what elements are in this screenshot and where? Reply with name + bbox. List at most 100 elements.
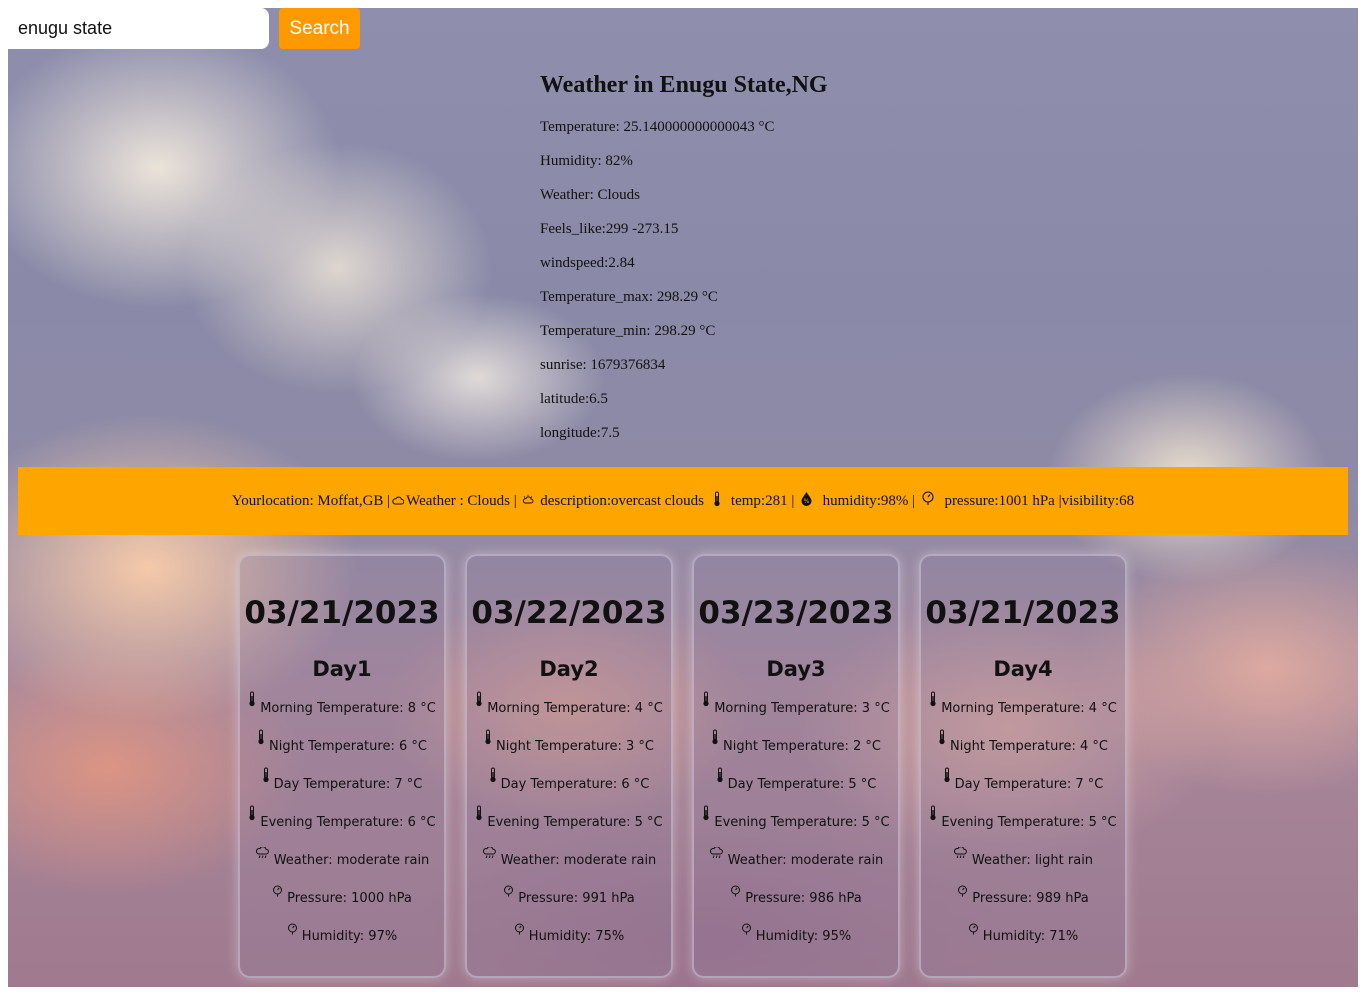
forecast-card-day1: 03/21/2023 Day1 Morning Temperature: 8 °C N… bbox=[238, 554, 446, 978]
thermometer-icon bbox=[475, 690, 487, 728]
rain-cloud-icon bbox=[709, 842, 728, 880]
day-temperature-text: Day Temperature: 6 °C bbox=[500, 777, 650, 792]
forecast-date: 03/21/2023 bbox=[925, 595, 1121, 631]
current-feels-like: Feels_like:299 -273.15 bbox=[540, 221, 679, 237]
current-temp-max: Temperature_max: 298.29 °C bbox=[540, 289, 718, 305]
forecast-weather-text: Weather: moderate rain bbox=[273, 853, 430, 868]
thermometer-icon bbox=[943, 766, 955, 804]
rain-cloud-icon bbox=[482, 842, 501, 880]
day-temperature: Day Temperature: 5 °C bbox=[694, 766, 898, 804]
banner-humidity: humidity:98% | bbox=[822, 492, 916, 509]
thermometer-icon bbox=[711, 728, 723, 766]
pressure-icon bbox=[503, 880, 518, 918]
morning-temperature: Morning Temperature: 4 °C bbox=[467, 690, 671, 728]
evening-temperature-text: Evening Temperature: 5 °C bbox=[714, 815, 890, 830]
humidity-icon bbox=[514, 918, 529, 956]
thermometer-icon bbox=[475, 804, 487, 842]
morning-temperature-text: Morning Temperature: 4 °C bbox=[487, 701, 663, 716]
current-latitude: latitude:6.5 bbox=[540, 391, 608, 407]
search-input[interactable] bbox=[8, 8, 269, 49]
forecast-humidity: Humidity: 71% bbox=[921, 918, 1125, 956]
thermometer-icon bbox=[716, 766, 728, 804]
forecast-pressure-text: Pressure: 986 hPa bbox=[745, 891, 862, 906]
forecast-weather: Weather: moderate rain bbox=[467, 842, 671, 880]
morning-temperature-text: Morning Temperature: 3 °C bbox=[714, 701, 890, 716]
night-temperature: Night Temperature: 2 °C bbox=[694, 728, 898, 766]
humidity-icon bbox=[741, 918, 756, 956]
current-weather: Weather: Clouds bbox=[540, 187, 641, 203]
forecast-date: 03/22/2023 bbox=[471, 595, 667, 631]
forecast-day-label: Day3 bbox=[766, 657, 826, 681]
cloud-sun-icon bbox=[522, 493, 534, 510]
current-longitude: longitude:7.5 bbox=[540, 425, 620, 441]
evening-temperature-text: Evening Temperature: 6 °C bbox=[260, 815, 436, 830]
thermometer-icon bbox=[702, 804, 714, 842]
forecast-day-label: Day1 bbox=[312, 657, 372, 681]
morning-temperature: Morning Temperature: 4 °C bbox=[921, 690, 1125, 728]
current-temperature: Temperature: 25.140000000000043 °C bbox=[540, 119, 775, 135]
day-temperature: Day Temperature: 7 °C bbox=[921, 766, 1125, 804]
location-banner: Yourlocation: Moffat,GB | Weather : Clou… bbox=[18, 467, 1348, 535]
day-temperature: Day Temperature: 6 °C bbox=[467, 766, 671, 804]
forecast-weather: Weather: moderate rain bbox=[240, 842, 444, 880]
humidity-icon bbox=[287, 918, 302, 956]
search-button[interactable]: Search bbox=[279, 8, 360, 49]
day-temperature-text: Day Temperature: 7 °C bbox=[273, 777, 423, 792]
night-temperature: Night Temperature: 4 °C bbox=[921, 728, 1125, 766]
night-temperature-text: Night Temperature: 2 °C bbox=[723, 739, 881, 754]
forecast-humidity-text: Humidity: 97% bbox=[301, 929, 398, 944]
forecast-pressure-text: Pressure: 989 hPa bbox=[972, 891, 1089, 906]
thermometer-icon bbox=[702, 690, 714, 728]
morning-temperature-text: Morning Temperature: 4 °C bbox=[941, 701, 1117, 716]
forecast-weather: Weather: light rain bbox=[921, 842, 1125, 880]
evening-temperature: Evening Temperature: 5 °C bbox=[921, 804, 1125, 842]
night-temperature: Night Temperature: 3 °C bbox=[467, 728, 671, 766]
forecast-pressure-text: Pressure: 991 hPa bbox=[518, 891, 635, 906]
svg-text:%: % bbox=[804, 498, 810, 505]
evening-temperature: Evening Temperature: 5 °C bbox=[694, 804, 898, 842]
thermometer-icon bbox=[262, 766, 274, 804]
day-temperature-text: Day Temperature: 5 °C bbox=[727, 777, 877, 792]
forecast-pressure-text: Pressure: 1000 hPa bbox=[287, 891, 412, 906]
night-temperature: Night Temperature: 6 °C bbox=[240, 728, 444, 766]
forecast-weather-text: Weather: moderate rain bbox=[727, 853, 884, 868]
pressure-icon bbox=[272, 880, 287, 918]
forecast-day-label: Day2 bbox=[539, 657, 599, 681]
forecast-humidity-text: Humidity: 71% bbox=[982, 929, 1079, 944]
night-temperature-text: Night Temperature: 4 °C bbox=[950, 739, 1108, 754]
forecast-weather: Weather: moderate rain bbox=[694, 842, 898, 880]
morning-temperature-text: Morning Temperature: 8 °C bbox=[260, 701, 436, 716]
thermometer-icon bbox=[248, 690, 260, 728]
current-sunrise: sunrise: 1679376834 bbox=[540, 357, 666, 373]
thermometer-icon bbox=[938, 728, 950, 766]
night-temperature-text: Night Temperature: 3 °C bbox=[496, 739, 654, 754]
thermometer-icon bbox=[929, 804, 941, 842]
night-temperature-text: Night Temperature: 6 °C bbox=[269, 739, 427, 754]
forecast-weather-text: Weather: light rain bbox=[971, 853, 1094, 868]
rain-cloud-icon bbox=[953, 842, 972, 880]
forecast-humidity: Humidity: 95% bbox=[694, 918, 898, 956]
current-temp-min: Temperature_min: 298.29 °C bbox=[540, 323, 716, 339]
current-windspeed: windspeed:2.84 bbox=[540, 255, 635, 271]
thermometer-icon bbox=[484, 728, 496, 766]
pressure-icon bbox=[730, 880, 745, 918]
thermometer-icon bbox=[489, 766, 501, 804]
evening-temperature-text: Evening Temperature: 5 °C bbox=[941, 815, 1117, 830]
forecast-card-day4: 03/21/2023 Day4 Morning Temperature: 4 °C N… bbox=[919, 554, 1127, 978]
forecast-humidity: Humidity: 97% bbox=[240, 918, 444, 956]
thermometer-icon bbox=[713, 491, 721, 512]
day-temperature-text: Day Temperature: 7 °C bbox=[954, 777, 1104, 792]
forecast-pressure: Pressure: 986 hPa bbox=[694, 880, 898, 918]
banner-weather: Weather : Clouds | bbox=[406, 492, 517, 509]
forecast-humidity-text: Humidity: 75% bbox=[528, 929, 625, 944]
humidity-icon bbox=[968, 918, 983, 956]
evening-temperature: Evening Temperature: 6 °C bbox=[240, 804, 444, 842]
forecast-date: 03/21/2023 bbox=[244, 595, 440, 631]
forecast-pressure: Pressure: 1000 hPa bbox=[240, 880, 444, 918]
thermometer-icon bbox=[257, 728, 269, 766]
pressure-icon bbox=[921, 491, 935, 511]
banner-description: description:overcast clouds bbox=[540, 492, 704, 509]
forecast-pressure: Pressure: 991 hPa bbox=[467, 880, 671, 918]
pressure-icon bbox=[957, 880, 972, 918]
evening-temperature-text: Evening Temperature: 5 °C bbox=[487, 815, 663, 830]
